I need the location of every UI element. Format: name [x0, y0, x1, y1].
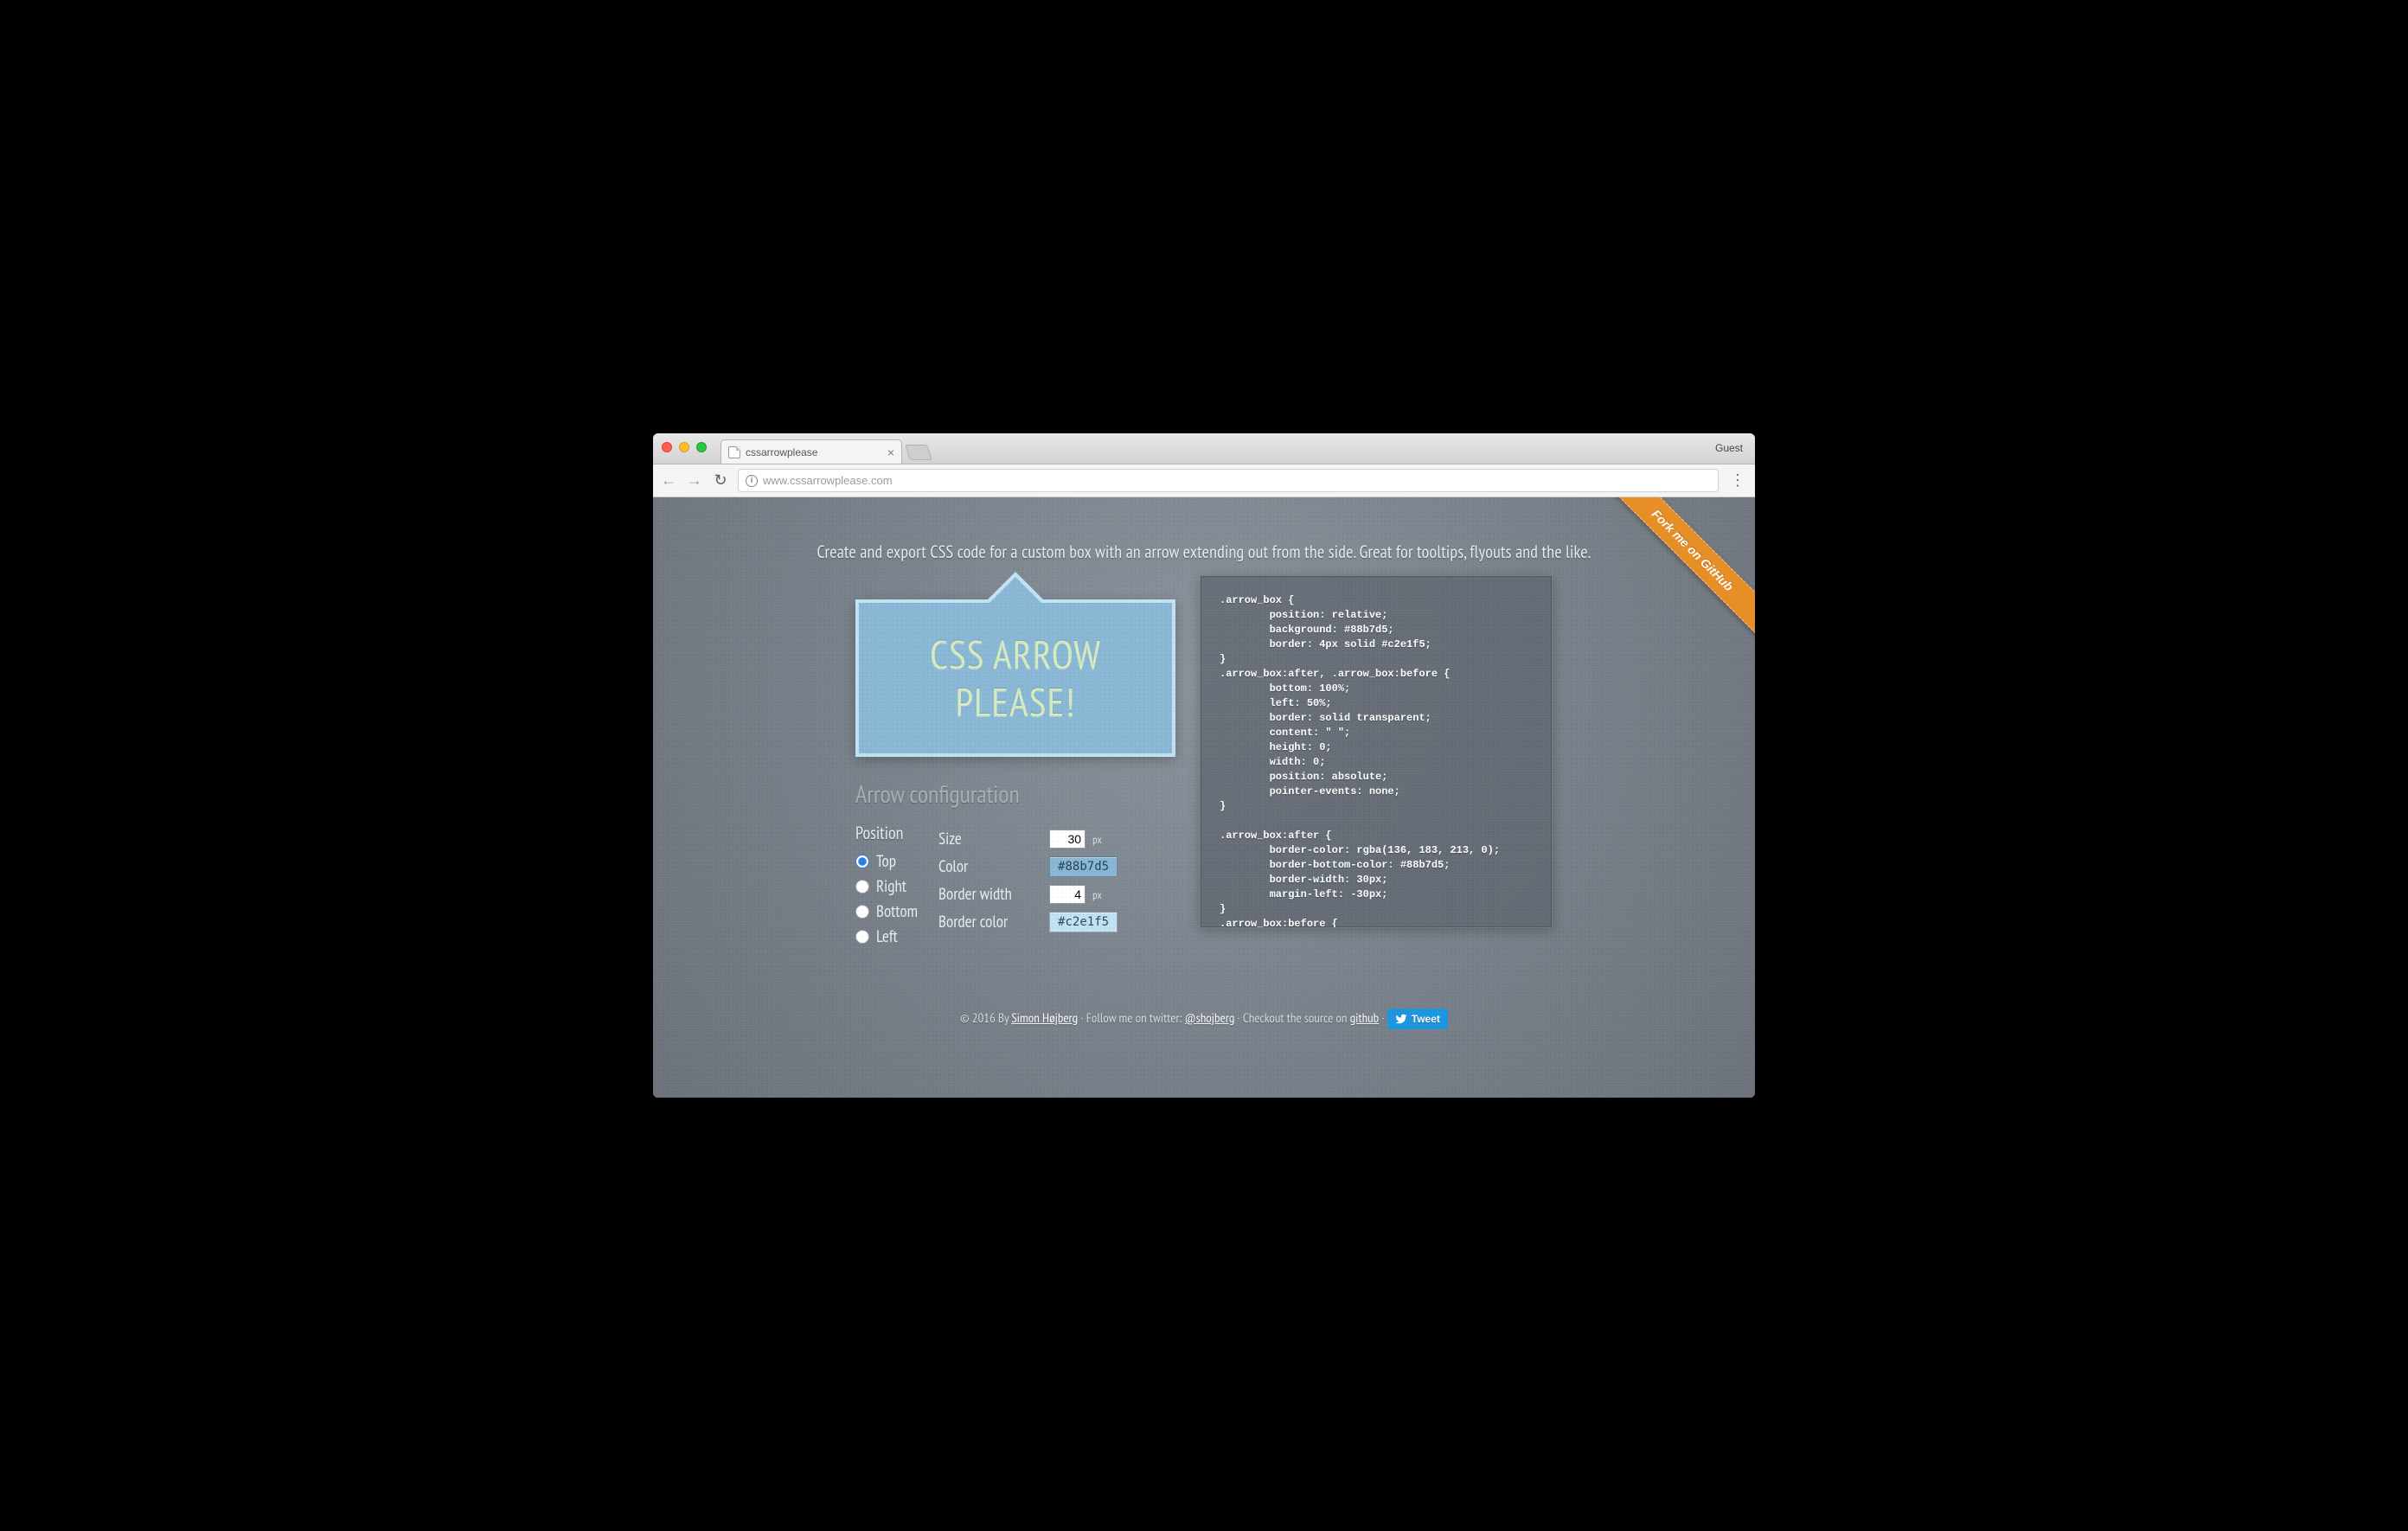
radio-left[interactable] [855, 930, 869, 944]
minimize-window-button[interactable] [679, 442, 689, 452]
tweet-label: Tweet [1412, 1014, 1440, 1024]
ribbon-label: Fork me on GitHub [1603, 497, 1755, 640]
position-option-bottom[interactable]: Bottom [855, 901, 918, 922]
footer-dot: · [1379, 1010, 1387, 1027]
toolbar: ← → ↻ i www.cssarrowplease.com ⋮ [653, 464, 1755, 497]
browser-window: cssarrowplease × Guest ← → ↻ i www.cssar… [653, 433, 1755, 1098]
new-tab-button[interactable] [905, 445, 932, 460]
hero-line1: CSS ARROW [930, 628, 1101, 680]
profile-label[interactable]: Guest [1715, 442, 1743, 454]
close-window-button[interactable] [662, 442, 672, 452]
position-option-top[interactable]: Top [855, 851, 918, 872]
arrow-preview-wrap: CSS ARROW PLEASE! [855, 575, 1175, 757]
border-color-label: Border color [938, 912, 1042, 932]
footer: © 2016 By Simon Højberg · Follow me on t… [653, 1009, 1755, 1029]
hero-title: CSS ARROW PLEASE! [930, 631, 1101, 726]
github-prefix: · Checkout the source on [1234, 1010, 1349, 1027]
radio-bottom[interactable] [855, 905, 869, 919]
values-group: Size px Color #88b7d5 Border width px [938, 822, 1118, 951]
tweet-button[interactable]: Tweet [1387, 1009, 1448, 1029]
author-link[interactable]: Simon Højberg [1011, 1010, 1078, 1027]
size-row: Size px [938, 829, 1118, 849]
color-swatch[interactable]: #88b7d5 [1049, 856, 1118, 877]
twitter-link[interactable]: @shojberg [1185, 1010, 1235, 1027]
border-color-swatch[interactable]: #c2e1f5 [1049, 912, 1118, 932]
config-form: Position Top Right Bottom [855, 822, 1175, 951]
css-output[interactable]: .arrow_box { position: relative; backgro… [1200, 575, 1553, 928]
tabstrip: cssarrowplease × [720, 433, 930, 464]
github-fork-ribbon[interactable]: Fork me on GitHub [1582, 497, 1755, 670]
window-controls [662, 442, 707, 452]
position-option-right[interactable]: Right [855, 876, 918, 897]
forward-button[interactable]: → [686, 471, 703, 490]
site-info-icon[interactable]: i [746, 475, 758, 487]
reload-button[interactable]: ↻ [712, 471, 729, 490]
radio-right[interactable] [855, 880, 869, 894]
radio-right-label: Right [876, 876, 906, 897]
browser-menu-button[interactable]: ⋮ [1727, 471, 1748, 490]
url-text: www.cssarrowplease.com [763, 474, 893, 487]
titlebar: cssarrowplease × Guest [653, 433, 1755, 464]
github-link[interactable]: github [1350, 1010, 1379, 1027]
border-width-input[interactable] [1049, 885, 1086, 904]
radio-top-label: Top [876, 851, 896, 872]
size-input[interactable] [1049, 830, 1086, 849]
twitter-prefix: · Follow me on twitter: [1078, 1010, 1185, 1027]
position-group: Position Top Right Bottom [855, 822, 918, 951]
hero-line2: PLEASE! [955, 676, 1075, 727]
copyright-prefix: © 2016 By [960, 1010, 1011, 1027]
radio-top[interactable] [855, 855, 869, 868]
browser-tab[interactable]: cssarrowplease × [720, 439, 902, 464]
radio-left-label: Left [876, 926, 898, 947]
page-content: Fork me on GitHub Create and export CSS … [653, 497, 1755, 1098]
twitter-icon [1395, 1013, 1407, 1025]
arrow-preview-box: CSS ARROW PLEASE! [855, 599, 1175, 757]
color-label: Color [938, 856, 1042, 877]
size-label: Size [938, 829, 1042, 849]
border-width-row: Border width px [938, 884, 1118, 905]
size-unit: px [1092, 832, 1102, 847]
address-bar[interactable]: i www.cssarrowplease.com [738, 469, 1719, 492]
close-tab-button[interactable]: × [887, 445, 894, 459]
position-label: Position [855, 822, 918, 844]
radio-bottom-label: Bottom [876, 901, 918, 922]
left-column: CSS ARROW PLEASE! Arrow configuration Po… [855, 575, 1175, 951]
border-width-label: Border width [938, 884, 1042, 905]
color-row: Color #88b7d5 [938, 856, 1118, 877]
config-heading: Arrow configuration [855, 778, 1175, 810]
zoom-window-button[interactable] [696, 442, 707, 452]
border-color-row: Border color #c2e1f5 [938, 912, 1118, 932]
position-option-left[interactable]: Left [855, 926, 918, 947]
page-icon [728, 446, 740, 458]
tab-title: cssarrowplease [746, 446, 817, 458]
border-width-unit: px [1092, 887, 1102, 902]
back-button[interactable]: ← [660, 471, 677, 490]
